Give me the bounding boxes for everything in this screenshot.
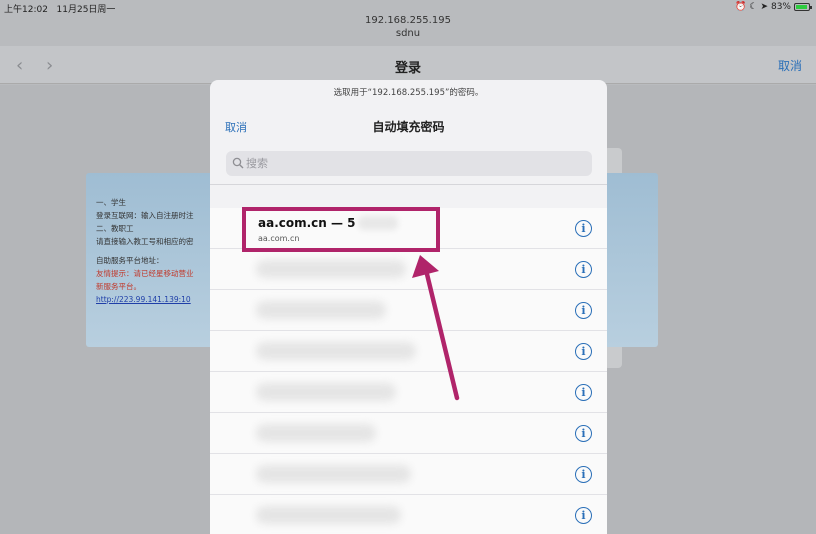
info-icon[interactable]: i [575,220,592,237]
location-icon: ➤ [760,2,768,12]
search-input[interactable] [246,154,576,173]
nav-bar: ‹ › 登录 取消 [0,46,816,84]
info-icon[interactable]: i [575,466,592,483]
entry-redacted [256,342,416,360]
sheet-prompt: 选取用于“192.168.255.195”的密码。 [333,88,484,98]
info-icon[interactable]: i [575,343,592,360]
password-entry[interactable]: i [210,249,607,290]
search-icon [232,157,244,169]
bg-line: 自助服务平台地址： [96,256,164,265]
moon-icon: ☾ [749,2,758,12]
entry-redacted [256,301,386,319]
battery-percent: 83% [770,2,791,12]
password-entry[interactable]: i [210,290,607,331]
search-field[interactable] [226,151,592,176]
url-site: sdnu [395,28,421,39]
background-info-text: 一、学生 登录互联网：输入自注册时注 二、教职工 请直接输入教工号和相应的密 自… [96,196,216,306]
info-icon[interactable]: i [575,261,592,278]
entry-redacted [256,465,411,483]
info-icon[interactable]: i [575,302,592,319]
bg-link[interactable]: http://223.99.141.139:10 [96,293,216,306]
info-icon[interactable]: i [575,384,592,401]
password-list: aa.com.cn — 5 aa.com.cn i i i i i i i i [210,208,607,534]
password-entry[interactable]: i [210,454,607,495]
sheet-title: 自动填充密码 [372,120,445,134]
url-bar: 192.168.255.195 sdnu [0,14,816,46]
bg-warning-line: 友情提示：请已经星移动营业 [96,269,194,278]
password-entry[interactable]: i [210,331,607,372]
status-right: ⏰ ☾ ➤ 83% [735,2,812,12]
autofill-password-sheet: 选取用于“192.168.255.195”的密码。 取消 自动填充密码 aa.c… [210,80,607,534]
entry-redacted [256,383,396,401]
password-entry[interactable]: i [210,495,607,534]
entry-redacted [256,260,406,278]
info-icon[interactable]: i [575,425,592,442]
bg-line: 一、学生 [96,198,126,207]
annotation-highlight-box [242,207,440,252]
sheet-divider [210,184,607,185]
bg-line: 二、教职工 [96,224,134,233]
password-entry[interactable]: i [210,413,607,454]
bg-line: 登录互联网：输入自注册时注 [96,211,194,220]
battery-icon [794,3,812,11]
password-entry[interactable]: i [210,372,607,413]
bg-warning-line: 新服务平台。 [96,282,141,291]
alarm-icon: ⏰ [735,2,747,12]
nav-title: 登录 [394,61,421,76]
nav-cancel-button[interactable]: 取消 [778,57,802,74]
info-icon[interactable]: i [575,507,592,524]
entry-redacted [256,506,401,524]
url-host: 192.168.255.195 [365,15,451,26]
bg-line: 请直接输入教工号和相应的密 [96,237,194,246]
entry-redacted [256,424,376,442]
